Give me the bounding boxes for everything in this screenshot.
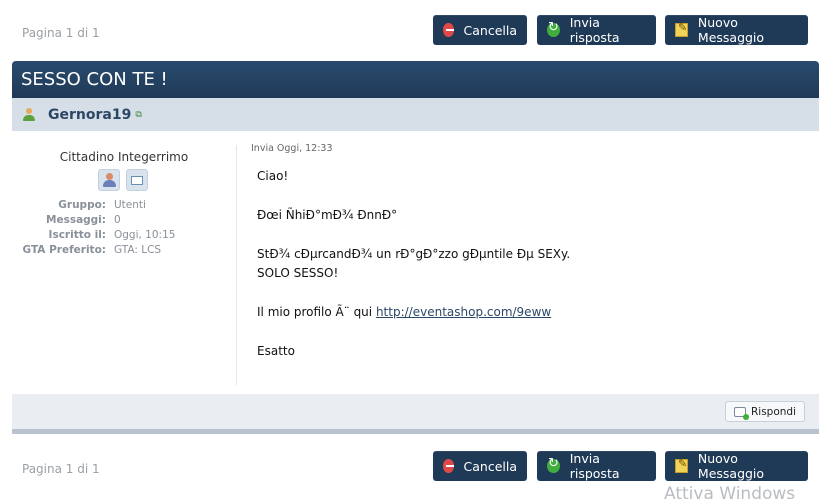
message-line: StÐ¾ cÐµrcandÐ¾ un rÐ°gÐ°zzo gÐµntile Ðµ… bbox=[257, 247, 571, 261]
windows-activation-watermark: Attiva Windows bbox=[664, 484, 796, 504]
post-date: Invia Oggi, 12:33 bbox=[251, 143, 333, 154]
stat-value: Utenti bbox=[114, 199, 146, 211]
post-footer: Rispondi bbox=[12, 394, 819, 429]
message-line: Il mio profilo Ã¨ qui http://eventashop.… bbox=[257, 303, 797, 322]
new-message-icon bbox=[675, 457, 688, 473]
stat-value: 0 bbox=[114, 214, 121, 226]
cancel-button-label: Cancella bbox=[463, 458, 517, 474]
new-message-button[interactable]: Nuovo Messaggio bbox=[665, 15, 808, 45]
message-icon[interactable] bbox=[126, 169, 148, 191]
new-message-button-label: Nuovo Messaggio bbox=[697, 15, 765, 45]
profile-link[interactable]: http://eventashop.com/9eww bbox=[376, 305, 551, 319]
stat-key: Iscritto il: bbox=[48, 229, 106, 241]
cancel-button-label: Cancella bbox=[463, 22, 517, 38]
new-message-button[interactable]: Nuovo Messaggio bbox=[665, 451, 808, 481]
post-title: SESSO CON TE ! bbox=[12, 61, 819, 98]
reply-comment-icon bbox=[733, 406, 749, 420]
bottom-toolbar: Pagina 1 di 1 Cancella Invia risposta Nu… bbox=[0, 446, 829, 486]
external-link-icon[interactable]: ⧉ bbox=[135, 110, 141, 120]
message-text: Il mio profilo Ã¨ qui bbox=[257, 305, 376, 319]
send-reply-button[interactable]: Invia risposta bbox=[537, 15, 656, 45]
pagination-label: Pagina 1 di 1 bbox=[22, 26, 100, 40]
new-message-icon bbox=[675, 21, 688, 37]
stat-row: GTA Preferito: GTA: LCS bbox=[12, 243, 236, 258]
forum-post: SESSO CON TE ! Gernora19 ⧉ Cittadino Int… bbox=[12, 61, 819, 434]
profile-icon[interactable] bbox=[98, 169, 120, 191]
cancel-button[interactable]: Cancella bbox=[433, 451, 527, 481]
stat-key: Gruppo: bbox=[58, 199, 106, 211]
author-rank: Cittadino Integerrimo bbox=[59, 150, 189, 164]
send-reply-button[interactable]: Invia risposta bbox=[537, 451, 656, 481]
column-divider bbox=[236, 145, 237, 385]
stat-key: GTA Preferito: bbox=[22, 244, 106, 256]
reply-icon bbox=[547, 456, 560, 473]
new-message-button-label: Nuovo Messaggio bbox=[697, 451, 765, 481]
top-toolbar: Pagina 1 di 1 Cancella Invia risposta Nu… bbox=[0, 10, 829, 50]
stat-value: Oggi, 10:15 bbox=[114, 229, 176, 241]
message-line: Ciao! bbox=[257, 169, 289, 183]
send-reply-button-label: Invia risposta bbox=[569, 15, 620, 45]
post-bottom-border bbox=[12, 429, 819, 434]
send-reply-button-label: Invia risposta bbox=[569, 451, 620, 481]
author-actions bbox=[98, 169, 148, 191]
author-stats: Gruppo: Utenti Messaggi: 0 Iscritto il: … bbox=[12, 198, 236, 258]
message-line: Ðœi ÑhiÐ°mÐ¾ ÐnnÐ° bbox=[257, 208, 398, 222]
post-body: Cittadino Integerrimo Gruppo: Utenti Mes… bbox=[12, 131, 819, 394]
cancel-icon bbox=[443, 459, 454, 473]
author-bar: Gernora19 ⧉ bbox=[12, 98, 819, 131]
pagination-label: Pagina 1 di 1 bbox=[22, 462, 100, 476]
reply-to-post-label: Rispondi bbox=[750, 405, 796, 418]
message-line: SOLO SESSO! bbox=[257, 266, 339, 280]
reply-to-post-button[interactable]: Rispondi bbox=[724, 401, 805, 422]
cancel-button[interactable]: Cancella bbox=[433, 15, 527, 45]
user-icon bbox=[22, 107, 36, 122]
stat-row: Messaggi: 0 bbox=[12, 213, 236, 228]
stat-key: Messaggi: bbox=[46, 214, 106, 226]
author-name-link[interactable]: Gernora19 bbox=[48, 107, 131, 123]
post-message: Ciao! Ðœi ÑhiÐ°mÐ¾ ÐnnÐ° StÐ¾ cÐµrcandÐ¾… bbox=[257, 167, 797, 361]
stat-value: GTA: LCS bbox=[114, 244, 162, 256]
author-info: Cittadino Integerrimo Gruppo: Utenti Mes… bbox=[12, 131, 236, 394]
stat-row: Iscritto il: Oggi, 10:15 bbox=[12, 228, 236, 243]
message-line: Esatto bbox=[257, 344, 295, 358]
stat-row: Gruppo: Utenti bbox=[12, 198, 236, 213]
cancel-icon bbox=[443, 23, 454, 37]
reply-icon bbox=[547, 20, 560, 37]
